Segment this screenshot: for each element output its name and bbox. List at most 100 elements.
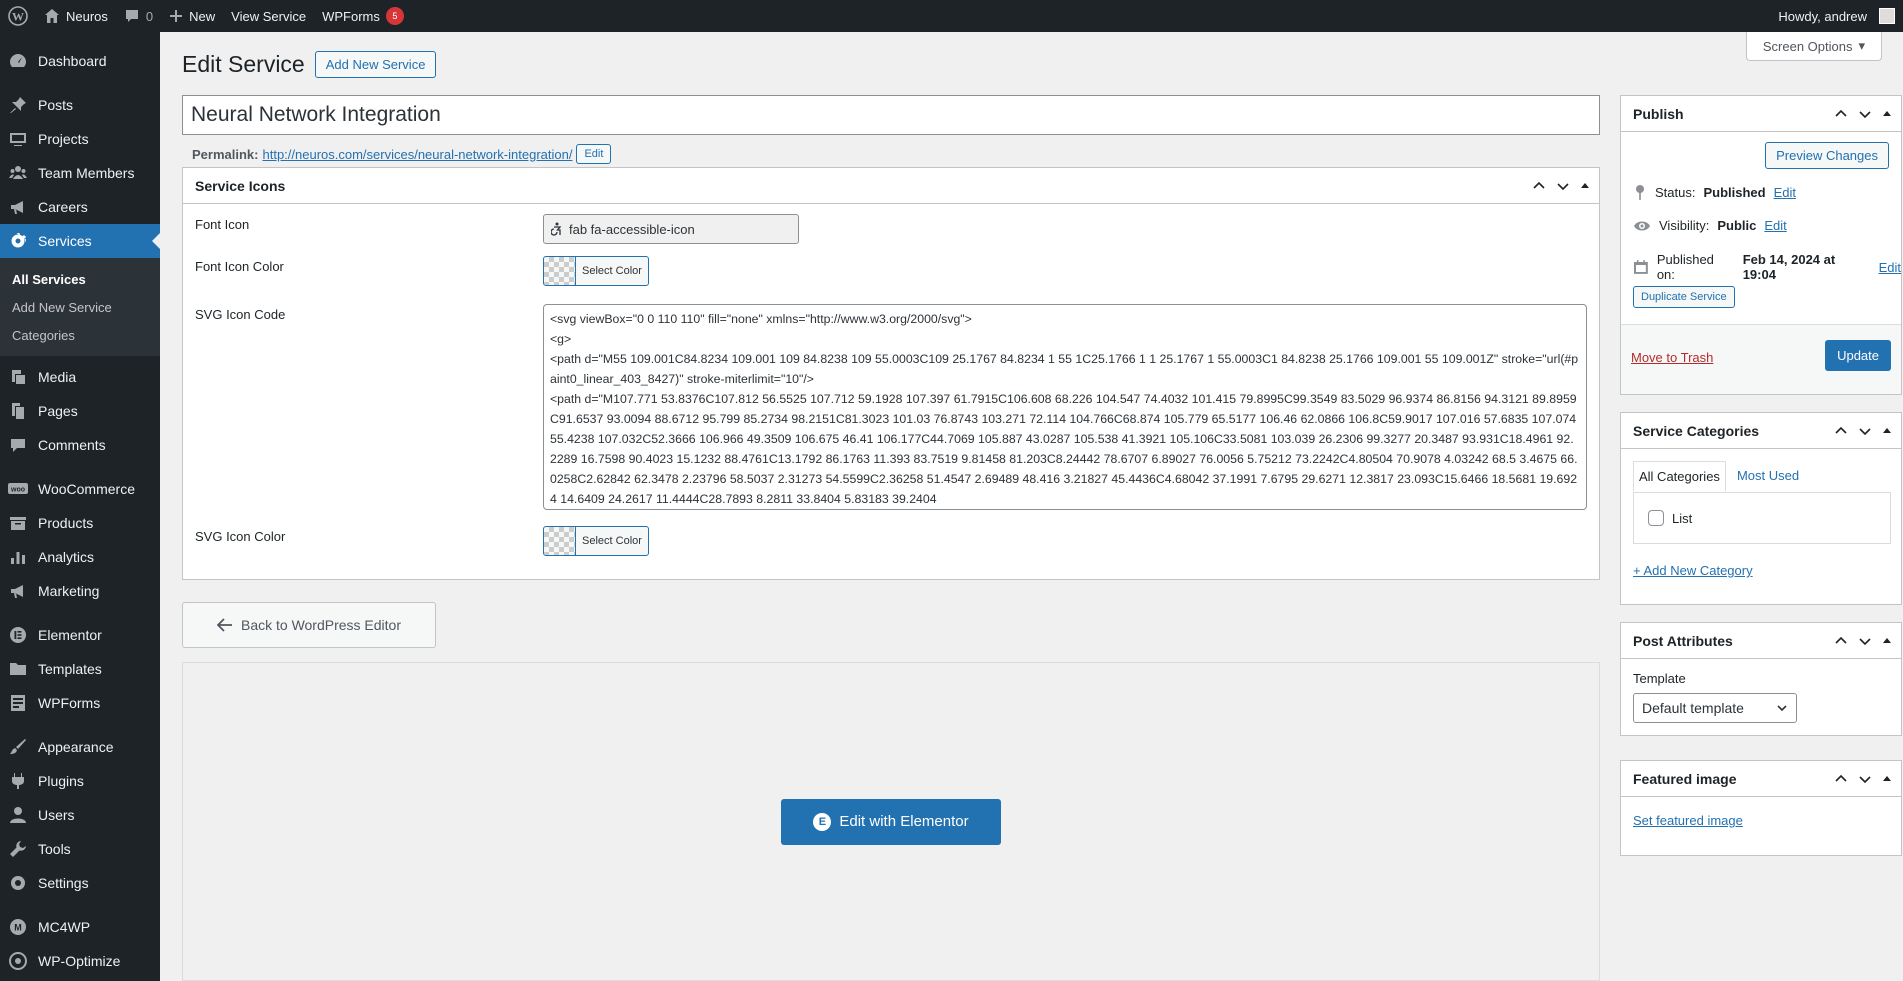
set-featured-image-link[interactable]: Set featured image [1633, 813, 1743, 828]
menu-pages[interactable]: Pages [0, 394, 160, 428]
caret-up-icon[interactable] [1579, 180, 1591, 192]
category-tabs: All Categories Most Used [1633, 461, 1804, 491]
wordpress-logo-icon[interactable]: W [0, 0, 36, 32]
move-to-trash-link[interactable]: Move to Trash [1631, 350, 1713, 365]
category-checklist: List [1633, 492, 1891, 544]
font-icon-color-button[interactable]: Select Color [543, 256, 649, 286]
elementor-icon [8, 625, 28, 645]
service-categories-metabox: Service Categories All Categories Most U… [1620, 412, 1902, 605]
my-account-link[interactable]: Howdy, andrew [1770, 0, 1903, 32]
menu-appearance[interactable]: Appearance [0, 730, 160, 764]
calendar-icon [1633, 260, 1648, 274]
pages-icon [8, 401, 28, 421]
svg-text:M: M [14, 923, 22, 933]
svg-icon-code-textarea[interactable]: <svg viewBox="0 0 110 110" fill="none" x… [543, 304, 1587, 510]
settings-icon [8, 873, 28, 893]
add-new-category-link[interactable]: + Add New Category [1633, 563, 1753, 578]
chart-bar-icon [8, 547, 28, 567]
permalink-link[interactable]: http://neuros.com/services/neural-networ… [262, 147, 572, 162]
menu-mc4wp[interactable]: M MC4WP [0, 910, 160, 944]
post-title-input[interactable]: Neural Network Integration [182, 95, 1600, 135]
chevron-down-icon[interactable] [1857, 633, 1873, 649]
chevron-down-icon[interactable] [1857, 106, 1873, 122]
menu-careers[interactable]: Careers [0, 190, 160, 224]
category-item-list[interactable]: List [1648, 510, 1692, 526]
arrow-left-icon [216, 618, 232, 632]
metabox-header: Publish [1621, 96, 1901, 132]
edit-date-link[interactable]: Edit [1879, 260, 1901, 275]
menu-templates[interactable]: Templates [0, 652, 160, 686]
menu-marketing[interactable]: Marketing [0, 574, 160, 608]
comment-icon [8, 435, 28, 455]
edit-permalink-button[interactable]: Edit [576, 144, 612, 164]
submenu-categories[interactable]: Categories [0, 321, 160, 349]
menu-projects[interactable]: Projects [0, 122, 160, 156]
view-service-link[interactable]: View Service [223, 0, 314, 32]
font-icon-color-label: Font Icon Color [195, 259, 284, 274]
menu-wpforms[interactable]: WPForms [0, 686, 160, 720]
menu-settings[interactable]: Settings [0, 866, 160, 900]
update-button[interactable]: Update [1825, 340, 1891, 371]
menu-analytics[interactable]: Analytics [0, 540, 160, 574]
wpforms-link[interactable]: WPForms 5 [314, 0, 412, 32]
category-checkbox[interactable] [1648, 510, 1664, 526]
svg-code-content: <svg viewBox="0 0 110 110" fill="none" x… [543, 304, 1587, 510]
template-select[interactable]: Default template [1633, 693, 1797, 723]
edit-status-link[interactable]: Edit [1774, 185, 1796, 200]
portfolio-icon [8, 129, 28, 149]
menu-products[interactable]: Products [0, 506, 160, 540]
chevron-down-icon[interactable] [1555, 178, 1571, 194]
media-icon [8, 367, 28, 387]
tab-most-used[interactable]: Most Used [1732, 461, 1804, 491]
new-content-link[interactable]: New [161, 0, 223, 32]
service-icons-metabox: Service Icons Font Icon fab fa-accessibl… [182, 167, 1600, 580]
menu-services[interactable]: Services [0, 224, 160, 258]
admin-bar: W Neuros 0 New View Service WPForms 5 Ho… [0, 0, 1903, 32]
screen-options-button[interactable]: Screen Options ▾ [1745, 32, 1882, 61]
menu-elementor[interactable]: Elementor [0, 618, 160, 652]
caret-up-icon[interactable] [1881, 635, 1893, 647]
page-header: Edit Service Add New Service [182, 51, 437, 78]
submenu-all-services[interactable]: All Services [0, 265, 160, 293]
caret-up-icon[interactable] [1881, 773, 1893, 785]
menu-wp-optimize[interactable]: WP-Optimize [0, 944, 160, 978]
tab-all-categories[interactable]: All Categories [1633, 461, 1726, 491]
chevron-up-icon[interactable] [1531, 178, 1547, 194]
comments-link[interactable]: 0 [116, 0, 161, 32]
site-name-link[interactable]: Neuros [36, 0, 116, 32]
submenu-add-new-service[interactable]: Add New Service [0, 293, 160, 321]
svg-icon-color-button[interactable]: Select Color [543, 526, 649, 556]
chevron-up-icon[interactable] [1833, 106, 1849, 122]
menu-comments[interactable]: Comments [0, 428, 160, 462]
chevron-up-icon[interactable] [1833, 771, 1849, 787]
edit-visibility-link[interactable]: Edit [1764, 218, 1786, 233]
chevron-down-icon[interactable] [1857, 423, 1873, 439]
back-to-wordpress-editor-button[interactable]: Back to WordPress Editor [182, 602, 436, 648]
menu-dashboard[interactable]: Dashboard [0, 44, 160, 78]
archive-icon [8, 513, 28, 533]
elementor-icon: E [813, 812, 832, 831]
caret-up-icon[interactable] [1881, 425, 1893, 437]
color-swatch [544, 257, 576, 285]
notification-badge: 5 [385, 7, 404, 25]
wrench-icon [8, 839, 28, 859]
groups-icon [8, 163, 28, 183]
duplicate-service-button[interactable]: Duplicate Service [1633, 286, 1735, 308]
chevron-down-icon[interactable] [1857, 771, 1873, 787]
dashboard-icon [8, 51, 28, 71]
caret-up-icon[interactable] [1881, 108, 1893, 120]
font-icon-field[interactable]: fab fa-accessible-icon [543, 214, 799, 244]
preview-changes-button[interactable]: Preview Changes [1765, 142, 1889, 169]
menu-posts[interactable]: Posts [0, 88, 160, 122]
menu-team-members[interactable]: Team Members [0, 156, 160, 190]
chevron-up-icon[interactable] [1833, 633, 1849, 649]
chevron-up-icon[interactable] [1833, 423, 1849, 439]
svg-icon-code-label: SVG Icon Code [195, 307, 286, 322]
add-new-service-button[interactable]: Add New Service [314, 51, 437, 78]
edit-with-elementor-button[interactable]: E Edit with Elementor [781, 798, 1001, 845]
menu-tools[interactable]: Tools [0, 832, 160, 866]
menu-media[interactable]: Media [0, 360, 160, 394]
menu-users[interactable]: Users [0, 798, 160, 832]
menu-plugins[interactable]: Plugins [0, 764, 160, 798]
menu-woocommerce[interactable]: woo WooCommerce [0, 472, 160, 506]
